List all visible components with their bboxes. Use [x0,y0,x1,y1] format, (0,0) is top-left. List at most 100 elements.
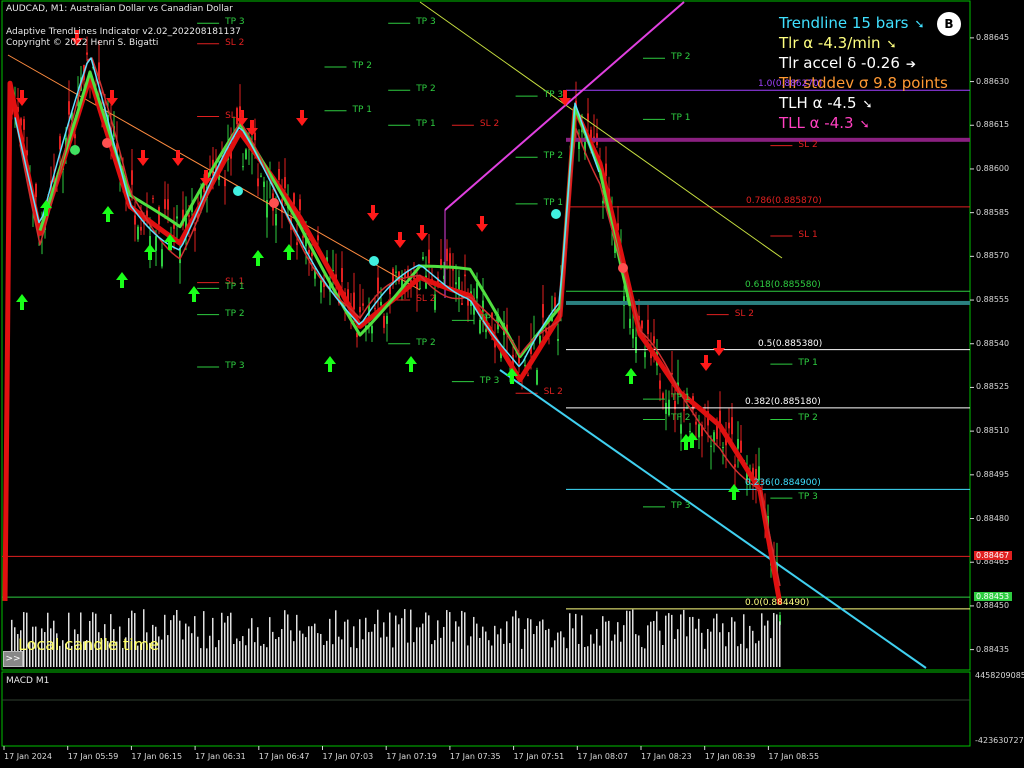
fast-ma-red [19,57,781,587]
candle-body [68,101,70,115]
volume-bar [713,618,715,667]
take-profit-label: TP 2 [798,413,818,424]
volume-bar [776,614,778,667]
trend-arrow-icon: ➘ [914,17,925,31]
candle-body [653,336,655,344]
volume-bar [332,644,334,667]
volume-bar [338,636,340,667]
volume-bar [236,638,238,667]
volume-bar [299,630,301,667]
volume-bar [719,632,721,667]
stat-line: TLL α -4.3 ➘ [779,114,870,132]
take-profit-label: TP 2 [416,337,436,348]
volume-bar [656,611,658,667]
volume-bar [584,647,586,667]
volume-bar [725,646,727,667]
volume-bar [482,626,484,667]
candle-body [740,440,742,453]
sell-arrow [416,225,428,241]
volume-bar [293,641,295,667]
volume-bar [530,619,532,667]
volume-bar [707,629,709,667]
price-tick-label: 0.88510 [976,426,1010,436]
volume-bar [443,626,445,667]
volume-bar [200,648,202,667]
signal-dot [70,145,80,155]
trend-arrow-icon: ➘ [862,97,873,111]
volume-bar [743,614,745,667]
buy-arrow [324,356,336,372]
candle-body [527,374,529,376]
take-profit-label: TP 2 [225,308,245,319]
candle-body [134,215,136,225]
local-candle-time-label: Local candle time [18,635,159,654]
candle-body [173,224,175,229]
time-tick-label: 17 Jan 08:55 [768,752,820,761]
volume-bar [623,625,625,667]
candle-body [536,370,538,385]
expand-toggle-button[interactable]: >> [3,651,23,667]
volume-bar [440,637,442,667]
fib-band-teal [566,300,970,305]
volume-bar [227,616,229,667]
candle-body [164,199,166,209]
stop-loss-label: SL 2 [734,308,755,319]
take-profit-label: TP 3 [225,361,245,372]
volume-bar [260,645,262,667]
volume-bar [773,612,775,667]
stat-text: Tlr accel δ -0.26 [779,54,900,72]
candle-body [635,336,637,354]
volume-bar [230,612,232,667]
volume-bar [281,629,283,667]
candle-body [35,183,37,198]
volume-bar [704,648,706,667]
magenta-channel-line [444,1,685,211]
sell-arrow [172,150,184,166]
volume-bar [611,640,613,667]
sell-arrow [367,205,379,221]
fib-label: 0.236(0.884900) [745,478,821,489]
volume-bar [254,642,256,667]
volume-bar [563,637,565,667]
candle-body [257,178,259,187]
candle-body [158,207,160,225]
volume-bar [350,647,352,667]
volume-bar [647,625,649,667]
volume-bar [296,614,298,667]
volume-bar [287,614,289,667]
volume-bar [419,627,421,667]
macd-axis-label: -4236307275 [975,736,1024,745]
candle-body [260,175,262,177]
candle-body [665,402,667,414]
candle-body [722,446,724,448]
volume-bar [407,642,409,667]
volume-bar [392,647,394,667]
take-profit-label: TP 2 [352,61,373,71]
volume-bar [425,612,427,667]
volume-bar [470,636,472,667]
fib-label: 0.5(0.885380) [758,338,823,349]
candle-body [629,318,631,329]
volume-bar [398,624,400,667]
fib-label: 0.0(0.884490) [745,597,810,608]
candle-body [23,119,25,130]
volume-bar [683,609,685,667]
volume-bar [161,639,163,667]
fib-band-purple [566,137,970,142]
stop-loss-label: SL 2 [479,119,500,130]
volume-bar [359,619,361,667]
volume-bar [680,614,682,667]
price-tick-label: 0.88555 [976,295,1010,305]
volume-bar [770,638,772,667]
volume-bar [758,640,760,667]
volume-bar [473,616,475,667]
candle-body [737,438,739,449]
stop-loss-label: SL 2 [798,139,818,150]
volume-bar [593,643,595,667]
take-profit-label: TP 1 [416,119,436,130]
stat-text: Tlr α -4.3/min [779,34,881,52]
volume-bar [218,640,220,667]
volume-bar [386,636,388,667]
candle-body [245,149,247,160]
take-profit-label: TP 1 [225,282,245,293]
